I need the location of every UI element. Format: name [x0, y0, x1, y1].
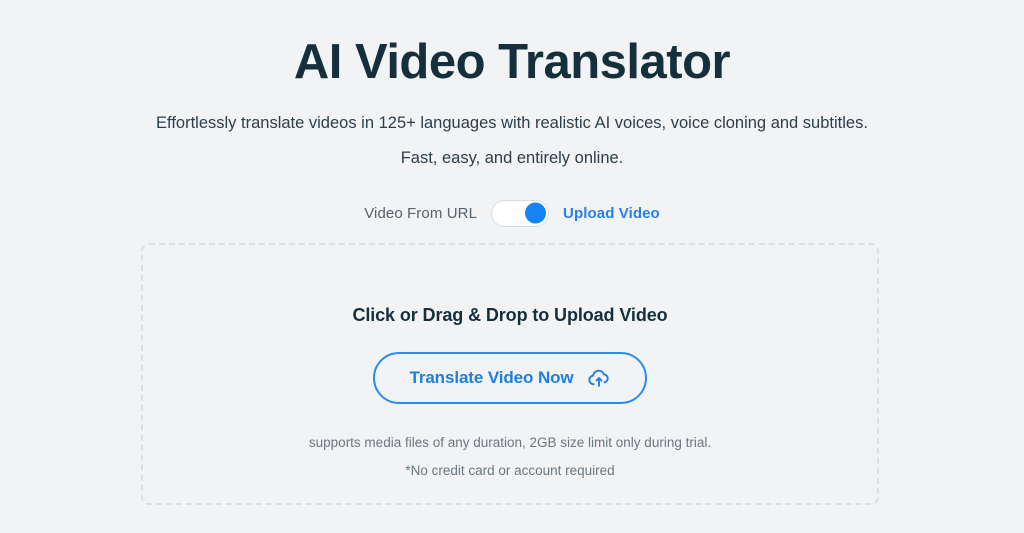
video-source-toggle-row: Video From URL Upload Video — [0, 199, 1024, 227]
toggle-knob[interactable] — [525, 202, 547, 224]
ai-video-translator-page: AI Video Translator Effortlessly transla… — [0, 0, 1024, 533]
dropzone-title: Click or Drag & Drop to Upload Video — [352, 305, 668, 325]
video-source-toggle-switch[interactable] — [491, 199, 550, 227]
toggle-label-upload-video[interactable]: Upload Video — [563, 205, 660, 222]
subtitle-line-1: Effortlessly translate videos in 125+ la… — [156, 114, 868, 133]
toggle-label-video-from-url[interactable]: Video From URL — [364, 205, 477, 222]
page-title: AI Video Translator — [293, 35, 731, 89]
subtitle-line-2: Fast, easy, and entirely online. — [400, 149, 624, 168]
page-subtitle: Effortlessly translate videos in 125+ la… — [0, 114, 1024, 167]
translate-button-label: Translate Video Now — [409, 368, 574, 387]
dropzone-note-no-credit-card: *No credit card or account required — [405, 462, 615, 478]
dropzone-note-supported-files: supports media files of any duration, 2G… — [308, 435, 712, 450]
upload-dropzone[interactable]: Click or Drag & Drop to Upload Video Tra… — [141, 243, 879, 505]
cloud-upload-icon — [587, 366, 611, 390]
translate-video-now-button[interactable]: Translate Video Now — [373, 352, 647, 404]
